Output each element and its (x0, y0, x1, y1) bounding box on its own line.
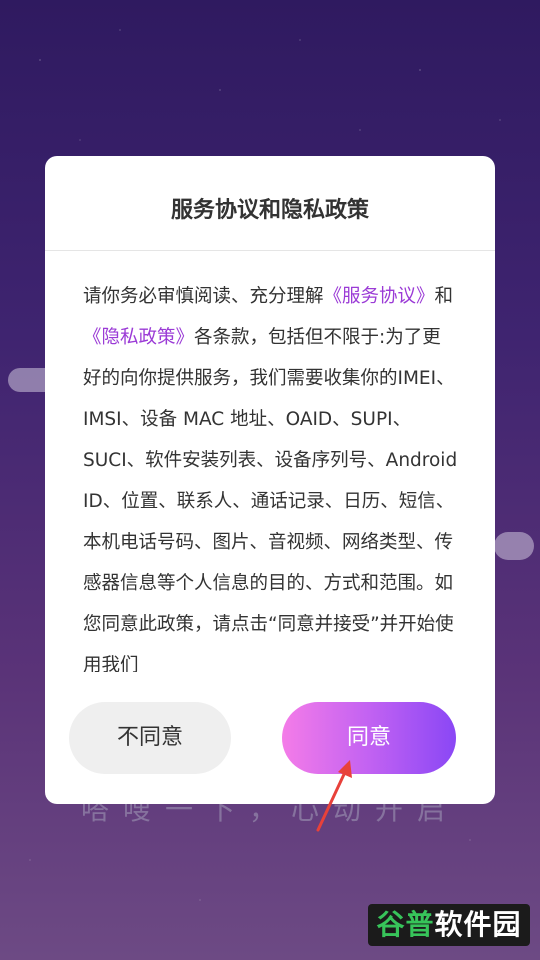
dialog-title: 服务协议和隐私政策 (45, 156, 495, 251)
disagree-button[interactable]: 不同意 (69, 702, 231, 774)
body-intro: 请你务必审慎阅读、充分理解 (83, 286, 324, 307)
service-agreement-link[interactable]: 《服务协议》 (324, 286, 435, 307)
body-rest: 各条款，包括但不限于:为了更好的向你提供服务，我们需要收集你的IMEI、IMSI… (83, 327, 458, 672)
agree-button[interactable]: 同意 (282, 702, 456, 774)
body-conj: 和 (434, 286, 454, 307)
site-watermark-logo: 谷普软件园 (368, 904, 530, 946)
watermark-part2: 软件园 (434, 908, 522, 941)
background-cloud-right (494, 532, 534, 560)
pointer-arrow-icon (316, 760, 352, 832)
privacy-policy-link[interactable]: 《隐私政策》 (83, 327, 194, 348)
dialog-body-text[interactable]: 请你务必审慎阅读、充分理解《服务协议》和《隐私政策》各条款，包括但不限于:为了更… (83, 276, 459, 672)
watermark-part1: 谷普 (376, 908, 435, 941)
privacy-dialog: 服务协议和隐私政策 请你务必审慎阅读、充分理解《服务协议》和《隐私政策》各条款，… (45, 156, 495, 804)
